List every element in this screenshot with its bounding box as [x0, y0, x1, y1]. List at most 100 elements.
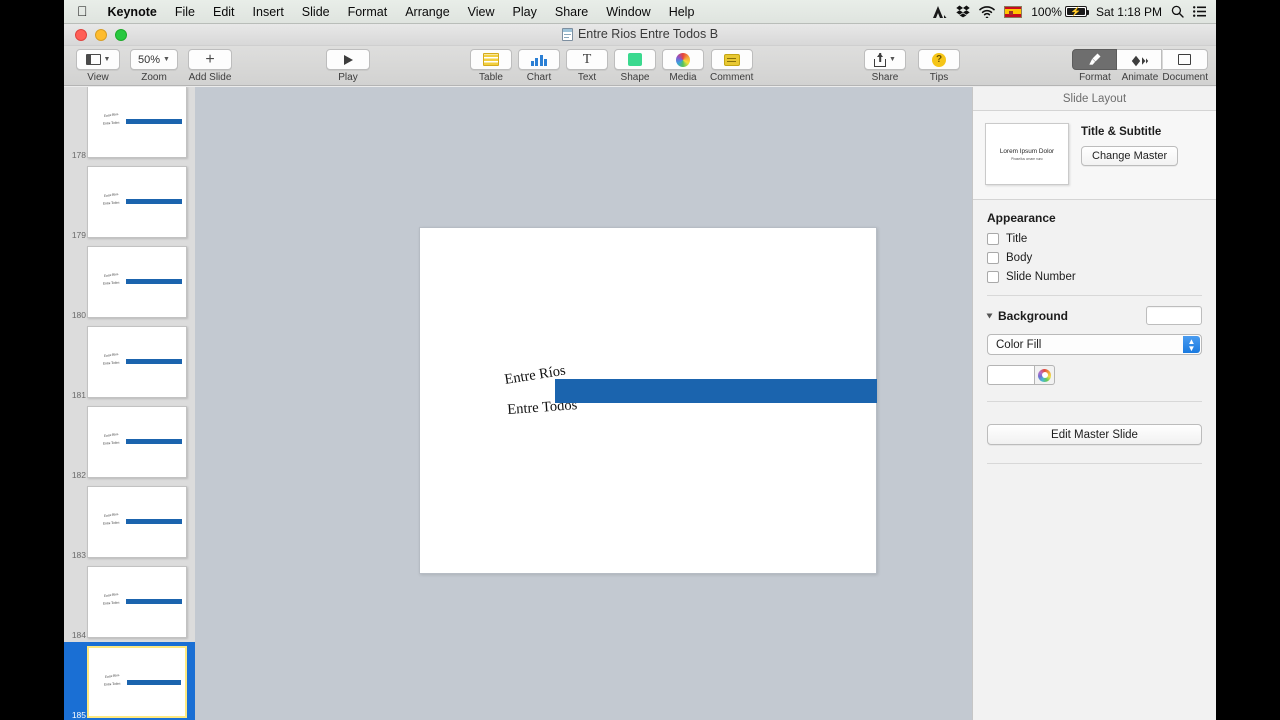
- menu-item-file[interactable]: File: [166, 0, 204, 24]
- menu-item-slide[interactable]: Slide: [293, 0, 339, 24]
- play-button[interactable]: Play: [326, 49, 370, 83]
- inspector-tab-group: Format Animate Document: [1072, 49, 1208, 83]
- menu-bar:  Keynote File Edit Insert Slide Format …: [64, 0, 1216, 24]
- add-slide-button[interactable]: + Add Slide: [188, 49, 232, 83]
- menu-item-view[interactable]: View: [459, 0, 504, 24]
- insert-text-button[interactable]: T Text: [566, 49, 608, 83]
- slide-canvas-area[interactable]: Entre Ríos Entre Todos: [195, 87, 972, 720]
- view-button[interactable]: ▼ View: [76, 49, 120, 83]
- insert-shape-button[interactable]: Shape: [614, 49, 656, 83]
- insert-media-label: Media: [669, 72, 697, 83]
- toolbar-play-group: Play: [326, 49, 370, 83]
- inspector-body: Appearance Title Body Slide Number Backg…: [973, 200, 1216, 385]
- slide-thumbnail-185[interactable]: Entre Ríos Entre Todos 185: [64, 642, 195, 720]
- thumbnail-title-line2: Entre Todos: [102, 360, 120, 366]
- tips-button[interactable]: ? Tips: [918, 49, 960, 83]
- current-slide[interactable]: Entre Ríos Entre Todos: [419, 227, 877, 574]
- battery-percent-label: 100%: [1031, 4, 1062, 19]
- checkbox-row-body[interactable]: Body: [987, 252, 1202, 264]
- zoom-button[interactable]: 50% ▼ Zoom: [130, 49, 178, 83]
- insert-chart-button[interactable]: Chart: [518, 49, 560, 83]
- appearance-heading: Appearance: [987, 211, 1056, 225]
- main-toolbar: ▼ View 50% ▼ Zoom + Add Slide Play Table…: [64, 46, 1216, 86]
- stepper-arrows-icon[interactable]: ▲ ▼: [1183, 336, 1200, 353]
- divider: [987, 463, 1202, 464]
- menu-item-arrange[interactable]: Arrange: [396, 0, 458, 24]
- keynote-window:  Keynote File Edit Insert Slide Format …: [64, 0, 1216, 720]
- tab-animate[interactable]: Animate: [1117, 49, 1163, 83]
- menu-item-play[interactable]: Play: [504, 0, 546, 24]
- master-thumb-title: Lorem Ipsum Dolor: [999, 148, 1055, 155]
- checkbox-row-title[interactable]: Title: [987, 233, 1202, 245]
- disclosure-triangle-icon[interactable]: [986, 313, 993, 318]
- color-wheel-icon[interactable]: [1035, 365, 1055, 385]
- edit-master-slide-button[interactable]: Edit Master Slide: [987, 424, 1202, 445]
- insert-media-button[interactable]: Media: [662, 49, 704, 83]
- change-master-button[interactable]: Change Master: [1081, 146, 1179, 166]
- insert-table-button[interactable]: Table: [470, 49, 512, 83]
- slide-number-label: 184: [71, 630, 86, 640]
- adobe-icon[interactable]: [932, 5, 947, 19]
- body-checkbox[interactable]: [987, 252, 999, 264]
- menu-item-keynote[interactable]: Keynote: [99, 0, 166, 24]
- spanish-flag-icon[interactable]: [1004, 5, 1023, 18]
- thumbnail-title-line1: Entre Ríos: [103, 512, 119, 518]
- add-slide-label: Add Slide: [188, 72, 232, 83]
- tab-format[interactable]: Format: [1072, 49, 1118, 83]
- tips-button-label: Tips: [929, 72, 949, 83]
- slide-thumbnail-182[interactable]: Entre Ríos Entre Todos 182: [64, 402, 195, 482]
- menu-item-help[interactable]: Help: [660, 0, 704, 24]
- insert-table-label: Table: [479, 72, 503, 83]
- title-checkbox[interactable]: [987, 233, 999, 245]
- insert-chart-label: Chart: [526, 72, 552, 83]
- dropbox-icon[interactable]: [956, 5, 970, 18]
- keynote-document-icon[interactable]: [561, 27, 573, 41]
- insert-text-label: Text: [577, 72, 597, 83]
- slide-thumbnail-180[interactable]: Entre Ríos Entre Todos 180: [64, 242, 195, 322]
- slide-number-checkbox[interactable]: [987, 271, 999, 283]
- battery-status[interactable]: 100% ⚡: [1031, 4, 1089, 19]
- zoom-value-label: 50%: [138, 53, 161, 66]
- slide-thumbnail-184[interactable]: Entre Ríos Entre Todos 184: [64, 562, 195, 642]
- slide-blue-bar[interactable]: [555, 379, 877, 403]
- share-button[interactable]: ▼ Share: [864, 49, 906, 83]
- slide-number-checkbox-label: Slide Number: [1006, 271, 1076, 283]
- menu-item-share[interactable]: Share: [546, 0, 597, 24]
- fill-type-select[interactable]: Color Fill ▲ ▼: [987, 334, 1202, 355]
- slide-navigator[interactable]: Entre Ríos Entre Todos 178 Entre Ríos En…: [64, 87, 195, 720]
- animate-diamond-icon: [1131, 54, 1149, 66]
- menu-item-edit[interactable]: Edit: [204, 0, 244, 24]
- slide-thumbnail-178[interactable]: Entre Ríos Entre Todos 178: [64, 87, 195, 162]
- menu-item-format[interactable]: Format: [339, 0, 397, 24]
- checkbox-row-slide-number[interactable]: Slide Number: [987, 271, 1202, 283]
- background-heading: Background: [998, 308, 1069, 323]
- background-preview-swatch[interactable]: [1146, 306, 1202, 325]
- thumbnail-title-line2: Entre Todos: [103, 681, 121, 687]
- slide-thumbnail-179[interactable]: Entre Ríos Entre Todos 179: [64, 162, 195, 242]
- tab-document[interactable]: Document: [1162, 49, 1208, 83]
- master-slide-thumbnail[interactable]: Lorem Ipsum Dolor Phasellus ornare nunc: [985, 123, 1069, 185]
- inspector-panel-title: Slide Layout: [973, 87, 1216, 111]
- thumbnail-title-line2: Entre Todos: [102, 200, 120, 206]
- thumbnail-blue-bar: [126, 199, 182, 204]
- thumbnail-title-line1: Entre Ríos: [103, 352, 119, 358]
- menu-item-insert[interactable]: Insert: [244, 0, 293, 24]
- wifi-icon[interactable]: [979, 5, 996, 18]
- notification-center-icon[interactable]: [1193, 6, 1206, 17]
- background-color-well[interactable]: [987, 365, 1035, 385]
- thumbnail-title-line1: Entre Ríos: [103, 272, 119, 278]
- menu-item-window[interactable]: Window: [597, 0, 659, 24]
- play-button-label: Play: [338, 72, 358, 83]
- apple-logo-icon[interactable]: : [64, 4, 99, 18]
- thumbnail-title-line1: Entre Ríos: [104, 673, 120, 679]
- comment-note-icon: [723, 53, 740, 66]
- thumbnail-blue-bar: [127, 680, 181, 685]
- background-header-row[interactable]: Background: [986, 306, 1202, 325]
- thumbnail-title-line2: Entre Todos: [102, 440, 120, 446]
- menu-bar-clock[interactable]: Sat 1:18 PM: [1096, 5, 1162, 19]
- slide-thumbnail-183[interactable]: Entre Ríos Entre Todos 183: [64, 482, 195, 562]
- insert-comment-button[interactable]: Comment: [710, 49, 753, 83]
- spotlight-search-icon[interactable]: [1171, 5, 1184, 18]
- master-info: Title & Subtitle Change Master: [1081, 123, 1179, 166]
- slide-thumbnail-181[interactable]: Entre Ríos Entre Todos 181: [64, 322, 195, 402]
